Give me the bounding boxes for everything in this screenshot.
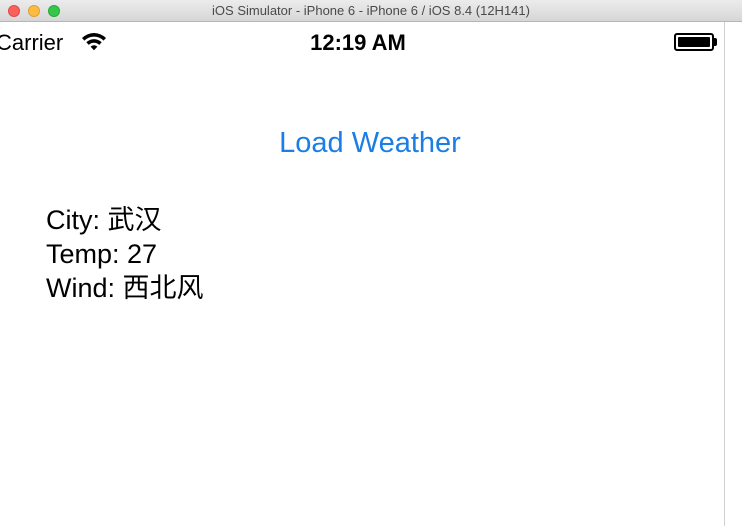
battery-body	[674, 33, 714, 51]
status-time: 12:19 AM	[310, 30, 406, 55]
status-bar: Carrier 12:19 AM	[0, 22, 724, 62]
wind-label: Wind: 西北风	[46, 273, 204, 303]
window-edge	[724, 22, 742, 526]
battery-fill	[678, 37, 710, 47]
device-screen: Carrier 12:19 AM Load Weather City: 武汉 T…	[0, 22, 724, 526]
city-label: City: 武汉	[46, 205, 162, 235]
load-weather-button[interactable]: Load Weather	[0, 123, 724, 163]
window-title: iOS Simulator - iPhone 6 - iPhone 6 / iO…	[212, 3, 530, 18]
battery-icon	[674, 33, 718, 51]
weather-info: City: 武汉 Temp: 27 Wind: 西北风	[46, 203, 204, 305]
temp-label: Temp: 27	[46, 239, 158, 269]
window-titlebar[interactable]: iOS Simulator - iPhone 6 - iPhone 6 / iO…	[0, 0, 742, 22]
battery-tip	[714, 38, 717, 46]
simulator-window: iOS Simulator - iPhone 6 - iPhone 6 / iO…	[0, 0, 742, 526]
